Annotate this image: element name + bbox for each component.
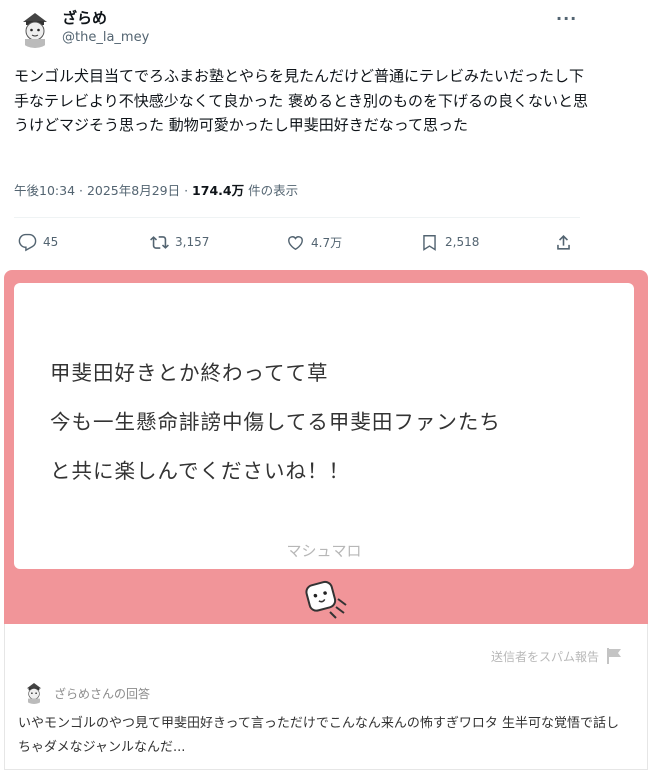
spam-report-button[interactable]: 送信者をスパム報告 [491,647,623,665]
question-line-1: 甲斐田好きとか終わってて草 [50,361,329,385]
answer-label: ざらめさんの回答 [54,687,151,701]
repost-icon [150,235,169,249]
like-button[interactable]: 4.7万 [286,232,342,252]
post-text: モンゴル犬目当てでろふまお塾とやらを見たんだけど普通にテレビみたいだったし下手な… [14,67,589,134]
more-options-icon[interactable]: ··· [556,9,577,28]
repost-count: 3,157 [175,235,210,249]
marshmallow-mascot-icon [302,577,352,619]
user-handle[interactable]: @the_la_mey [62,30,149,45]
view-count: 174.4万 [192,183,245,198]
marshmallow-watermark: マシュマロ [286,542,362,560]
flag-icon [607,648,622,664]
repost-button[interactable]: 3,157 [150,232,209,252]
answer-text: いやモンゴルのやつ見て甲斐田好きって言っただけでこんなん来んの怖すぎワロタ 生半… [18,716,619,755]
bookmark-icon [423,234,436,251]
post-meta: 午後10:34 · 2025年8月29日 · 174.4万 件の表示 [14,180,298,199]
question-line-2: 今も一生懸命誹謗中傷してる甲斐田ファンたち [50,410,501,434]
heart-icon [288,235,303,250]
like-count: 4.7万 [311,235,343,250]
share-button[interactable] [554,232,573,252]
user-avatar[interactable] [15,8,55,48]
reply-count: 45 [43,235,59,249]
divider [14,217,580,218]
reply-icon [18,233,37,251]
post-timestamp[interactable]: 午後10:34 · 2025年8月29日 · [14,183,192,198]
bookmark-button[interactable]: 2,518 [420,232,479,252]
question-line-3: と共に楽しんでくださいね！！ [50,459,350,483]
display-name[interactable]: ざらめ [62,7,107,28]
reply-button[interactable]: 45 [18,232,58,252]
view-count-suffix: 件の表示 [244,183,299,198]
share-icon [557,234,570,250]
bookmark-count: 2,518 [445,235,480,249]
answer-avatar [22,680,46,704]
spam-report-label: 送信者をスパム報告 [491,649,600,664]
